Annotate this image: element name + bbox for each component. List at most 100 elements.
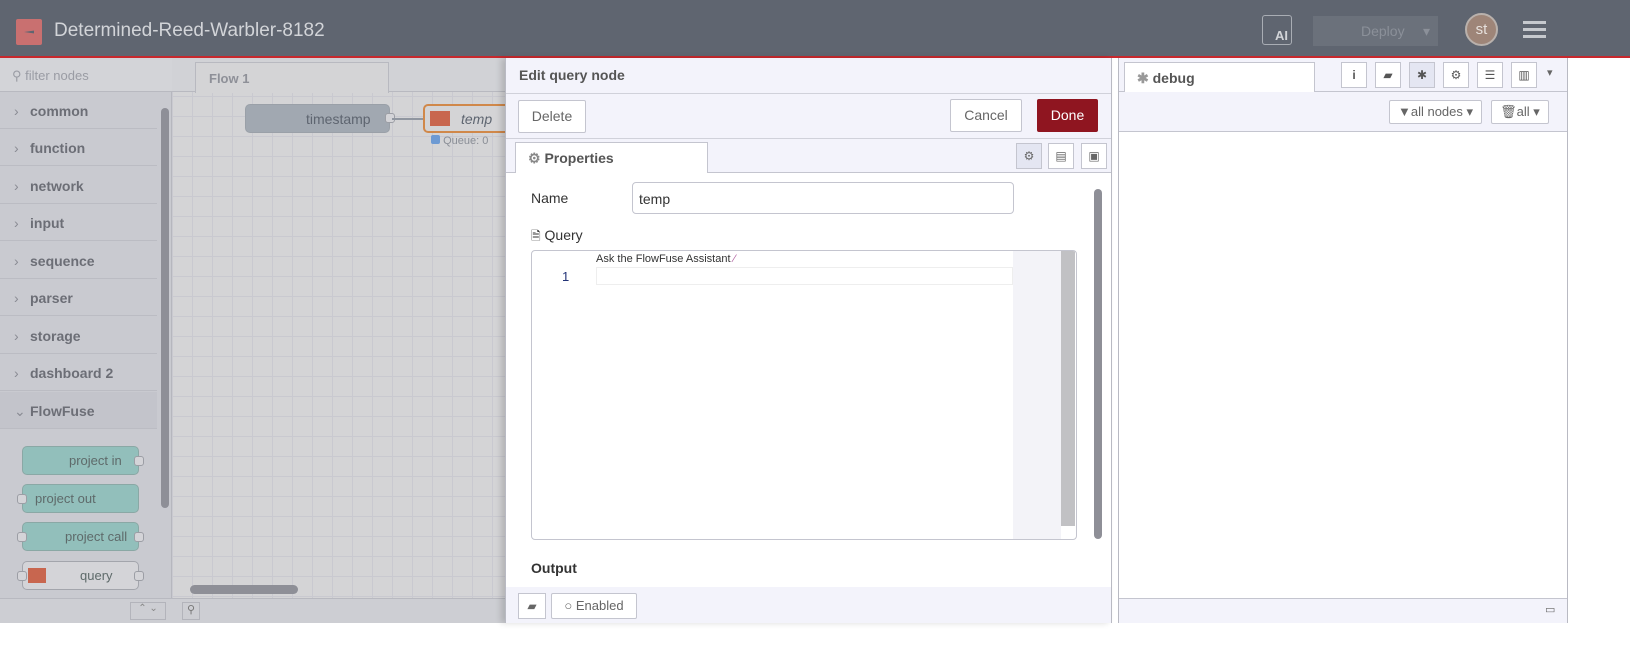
deploy-label: Deploy [1361, 23, 1405, 39]
palette-node-project-call[interactable]: project call [17, 522, 144, 551]
wire [392, 118, 424, 120]
editor-scrollbar[interactable] [1061, 251, 1075, 526]
chevron-right-icon: › [14, 140, 19, 156]
category-storage[interactable]: › storage [0, 317, 157, 354]
enabled-toggle[interactable]: ○ Enabled [551, 593, 637, 619]
status-text: Queue: 0 [443, 135, 489, 147]
debug-sidebar: ✱ debug i ▰ ✱ ⚙ ☰ ▥ ▾ ▼all nodes ▾ 🗑all … [1118, 58, 1568, 623]
category-sequence[interactable]: › sequence [0, 242, 157, 279]
tab-properties[interactable]: ⚙ Properties [515, 142, 708, 173]
info-icon[interactable]: i [1341, 62, 1367, 88]
magic-wand-icon: ⁄ [733, 253, 736, 265]
category-label: FlowFuse [30, 403, 95, 419]
delete-button[interactable]: Delete [518, 100, 586, 133]
description-icon[interactable]: ▤ [1048, 143, 1074, 169]
category-label: parser [30, 290, 73, 306]
output-port [134, 571, 144, 581]
assistant-hint[interactable]: Ask the FlowFuse Assistant ⁄ [596, 253, 735, 265]
bug-icon[interactable]: ✱ [1409, 62, 1435, 88]
query-label-text: Query [544, 227, 583, 243]
database-icon[interactable]: ☰ [1477, 62, 1503, 88]
category-function[interactable]: › function [0, 129, 157, 166]
node-label: project out [35, 491, 96, 506]
category-label: storage [30, 328, 81, 344]
node-temp[interactable]: temp [423, 104, 505, 133]
filter-nodes-input[interactable]: ⚲ filter nodes [0, 58, 172, 92]
chevron-right-icon: › [14, 290, 19, 306]
properties-scrollbar[interactable] [1094, 189, 1102, 539]
node-label: timestamp [306, 111, 371, 127]
sidebar-footer [1119, 598, 1567, 623]
tab-label: Properties [544, 150, 614, 166]
avatar[interactable]: st [1465, 13, 1498, 46]
canvas-horizontal-scrollbar[interactable] [190, 585, 298, 594]
category-input[interactable]: › input [0, 204, 157, 241]
query-editor[interactable]: Ask the FlowFuse Assistant ⁄ 1 [531, 250, 1077, 540]
cancel-button[interactable]: Cancel [950, 99, 1022, 132]
category-parser[interactable]: › parser [0, 279, 157, 316]
filter-icon: ▼ [1397, 104, 1411, 119]
header-bar: Determined-Reed-Warbler-8182 AI Deploy ▾ … [0, 0, 1630, 58]
gear-icon[interactable]: ⚙ [1443, 62, 1469, 88]
chart-icon[interactable]: ▥ [1511, 62, 1537, 88]
output-port [134, 532, 144, 542]
node-status: Queue: 0 [431, 135, 488, 147]
search-icon[interactable]: ⚲ [182, 602, 200, 620]
category-dashboard-2[interactable]: › dashboard 2 [0, 354, 157, 391]
tab-flow-1[interactable]: Flow 1 [195, 62, 389, 93]
edit-node-tray: Edit query node Delete Cancel Done ⚙ Pro… [505, 58, 1112, 623]
category-common[interactable]: › common [0, 92, 157, 129]
gear-icon: ⚙ [528, 150, 541, 166]
query-label: 🗎 Query [531, 227, 583, 248]
ai-assistant-button[interactable]: AI [1262, 15, 1292, 45]
hamburger-menu-icon[interactable] [1523, 21, 1546, 38]
node-label: query [80, 568, 113, 583]
category-label: common [30, 103, 89, 119]
chevron-down-icon[interactable]: ▾ [1547, 66, 1553, 79]
properties-panel: Name temp 🗎 Query Ask the FlowFuse Assis… [506, 172, 1111, 587]
category-network[interactable]: › network [0, 167, 157, 204]
bottom-toolbar: ⌃ ⌄ ⚲ [0, 598, 505, 623]
ai-label: AI [1275, 28, 1288, 43]
category-label: function [30, 140, 86, 156]
chevron-right-icon: › [14, 328, 19, 344]
book-icon[interactable]: ▰ [1375, 62, 1401, 88]
book-icon[interactable]: ▰ [518, 593, 546, 619]
palette-scrollbar[interactable] [161, 108, 169, 508]
filter-label: all nodes [1410, 104, 1463, 119]
gear-icon[interactable]: ⚙ [1016, 143, 1042, 169]
search-icon: ⚲ [12, 68, 26, 83]
editor-minimap [1013, 251, 1061, 539]
appearance-icon[interactable]: ▣ [1081, 143, 1107, 169]
palette-node-project-in[interactable]: project in [22, 446, 144, 475]
app-title: Determined-Reed-Warbler-8182 [54, 20, 325, 41]
monitor-icon[interactable]: ▭ [1545, 603, 1555, 616]
name-label: Name [531, 190, 569, 206]
trash-icon: 🗑 [1500, 104, 1517, 119]
input-port [17, 532, 27, 542]
input-port [17, 571, 27, 581]
palette-node-project-out[interactable]: project out [17, 484, 139, 513]
divider [506, 138, 1111, 139]
category-flowfuse[interactable]: ⌄ FlowFuse [0, 392, 157, 429]
tab-debug[interactable]: ✱ debug [1124, 62, 1315, 93]
node-palette: ⚲ filter nodes › common › function › networ… [0, 58, 172, 623]
filter-placeholder: filter nodes [25, 68, 89, 83]
clear-messages-dropdown[interactable]: 🗑all ▾ [1491, 100, 1549, 124]
code-file-icon: 🗎 [531, 229, 541, 243]
tray-title: Edit query node [519, 67, 625, 83]
collapse-expand-buttons[interactable]: ⌃ ⌄ [130, 602, 166, 620]
done-button[interactable]: Done [1037, 99, 1098, 132]
deploy-button[interactable]: Deploy ▾ [1313, 16, 1438, 46]
current-line [596, 267, 1013, 285]
output-port [134, 456, 144, 466]
node-timestamp[interactable]: timestamp [245, 104, 395, 133]
chevron-down-icon[interactable]: ▾ [1423, 16, 1430, 46]
name-input[interactable]: temp [632, 182, 1014, 214]
category-label: input [30, 215, 65, 231]
bug-icon: ✱ [1137, 70, 1149, 86]
palette-node-query[interactable]: query [17, 561, 144, 590]
filter-nodes-dropdown[interactable]: ▼all nodes ▾ [1389, 100, 1482, 124]
enabled-label: Enabled [575, 598, 624, 613]
node-label: temp [461, 111, 493, 127]
